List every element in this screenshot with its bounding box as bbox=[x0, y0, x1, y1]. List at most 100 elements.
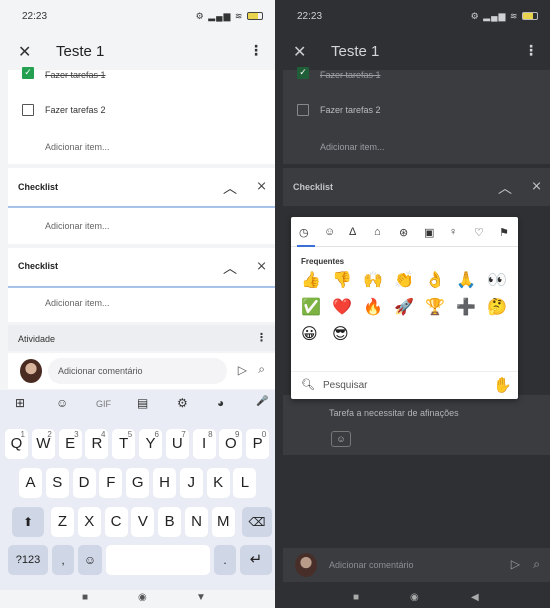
emoji-button[interactable]: 👌 bbox=[425, 272, 445, 290]
settings-icon[interactable]: ⚙ bbox=[177, 396, 188, 410]
checkbox-checked-icon[interactable]: ✓ bbox=[297, 67, 309, 79]
emoji-button[interactable]: 👀 bbox=[487, 272, 507, 290]
emoji-search-bar[interactable]: 🔍︎ Pesquisar ✋ bbox=[291, 371, 518, 397]
recent-icon[interactable]: ◷ bbox=[299, 226, 309, 239]
key-w[interactable]: W2 bbox=[31, 429, 55, 459]
flags-icon[interactable]: ⚑ bbox=[499, 226, 509, 239]
key-v[interactable]: V bbox=[131, 507, 155, 537]
emoji-search-input[interactable]: Pesquisar bbox=[323, 380, 367, 391]
key-g[interactable]: G bbox=[126, 468, 150, 498]
key-n[interactable]: N bbox=[185, 507, 208, 537]
emoji-button[interactable]: ✅ bbox=[301, 299, 321, 317]
emoji-button[interactable]: 🤔 bbox=[487, 299, 507, 317]
symbols-icon[interactable]: ♡ bbox=[474, 226, 484, 239]
emoji-button[interactable]: 🙌 bbox=[363, 272, 383, 290]
key-m[interactable]: M bbox=[211, 507, 235, 537]
space-key[interactable] bbox=[106, 545, 210, 575]
close-icon[interactable]: ✕ bbox=[293, 42, 306, 62]
skin-tone-button[interactable]: ✋ bbox=[493, 376, 512, 394]
key-a[interactable]: A bbox=[19, 468, 42, 498]
enter-key[interactable]: ↵ bbox=[240, 545, 272, 575]
chevron-up-icon[interactable]: ︿ bbox=[223, 178, 237, 198]
smiley-icon[interactable]: ☺ bbox=[324, 226, 335, 238]
home-icon[interactable]: ◉ bbox=[410, 592, 419, 603]
key-y[interactable]: Y6 bbox=[139, 429, 162, 459]
key-j[interactable]: J bbox=[179, 468, 203, 498]
add-reaction-icon[interactable]: ☺ bbox=[331, 431, 351, 447]
emoji-button[interactable]: 🔥 bbox=[363, 299, 383, 317]
clipboard-icon[interactable]: ▤ bbox=[137, 396, 148, 410]
add-item-button[interactable]: Adicionar item... bbox=[45, 142, 275, 152]
checkbox-icon[interactable] bbox=[297, 104, 309, 116]
objects-icon[interactable]: ♀ bbox=[449, 226, 457, 238]
back-icon[interactable]: ◀ bbox=[471, 592, 479, 603]
send-icon[interactable]: ▷ bbox=[238, 363, 247, 377]
send-icon[interactable]: ▷ bbox=[511, 557, 520, 571]
key-x[interactable]: X bbox=[77, 507, 101, 537]
key-t[interactable]: T5 bbox=[112, 429, 136, 459]
comment-input[interactable]: Adicionar comentário bbox=[48, 358, 227, 384]
shift-key[interactable]: ⬆ bbox=[12, 507, 44, 537]
home-icon[interactable]: ◉ bbox=[138, 592, 147, 603]
key-b[interactable]: B bbox=[158, 507, 182, 537]
recents-icon[interactable]: ■ bbox=[82, 592, 88, 603]
recents-icon[interactable]: ■ bbox=[353, 592, 359, 603]
nature-icon[interactable]: Δ bbox=[349, 226, 356, 238]
emoji-button[interactable]: 😀 bbox=[301, 326, 318, 344]
chevron-up-icon[interactable]: ︿ bbox=[223, 258, 237, 278]
key-e[interactable]: E3 bbox=[58, 429, 82, 459]
back-icon[interactable]: ▼ bbox=[196, 592, 206, 603]
emoji-button[interactable]: 😎 bbox=[332, 326, 349, 344]
backspace-key[interactable]: ⌫ bbox=[242, 507, 272, 537]
food-icon[interactable]: ⌂ bbox=[374, 226, 381, 238]
key-s[interactable]: S bbox=[45, 468, 69, 498]
key-h[interactable]: H bbox=[153, 468, 176, 498]
sticker-icon[interactable]: ☺ bbox=[56, 396, 68, 410]
key-o[interactable]: O9 bbox=[219, 429, 243, 459]
hide-checked-icon[interactable]: ⨯ bbox=[531, 178, 542, 194]
key-u[interactable]: U7 bbox=[165, 429, 189, 459]
more-options-icon[interactable]: ⋮ bbox=[249, 42, 263, 59]
emoji-button[interactable]: 👍 bbox=[301, 272, 321, 290]
add-item-button[interactable]: Adicionar item... bbox=[45, 221, 275, 231]
gif-button[interactable]: GIF bbox=[96, 399, 111, 409]
add-item-button[interactable]: Adicionar item... bbox=[45, 298, 275, 308]
emoji-button[interactable]: 🙏 bbox=[456, 272, 476, 290]
palette-icon[interactable]: ◕ bbox=[217, 396, 224, 410]
emoji-button[interactable]: 🚀 bbox=[394, 299, 414, 317]
checklist-item[interactable]: Fazer tarefas 2 bbox=[8, 104, 275, 118]
close-icon[interactable]: ✕ bbox=[18, 42, 31, 62]
emoji-button[interactable]: 👏 bbox=[394, 272, 414, 290]
key-f[interactable]: F bbox=[99, 468, 123, 498]
activity-icon[interactable]: ⊛ bbox=[399, 226, 408, 239]
checkbox-icon[interactable] bbox=[22, 104, 34, 116]
emoji-key[interactable]: ☺ bbox=[78, 545, 102, 575]
checklist-item[interactable]: ✓ Fazer tarefas 1 bbox=[8, 67, 275, 82]
comma-key[interactable]: , bbox=[52, 545, 74, 575]
emoji-button[interactable]: 👎 bbox=[332, 272, 352, 290]
more-options-icon[interactable]: ⋮ bbox=[256, 331, 267, 344]
key-c[interactable]: C bbox=[104, 507, 128, 537]
hide-checked-icon[interactable]: ⨯ bbox=[256, 178, 267, 194]
key-i[interactable]: I8 bbox=[192, 429, 216, 459]
microphone-icon[interactable]: 🎤 bbox=[256, 396, 268, 407]
emoji-button[interactable]: ❤️ bbox=[332, 299, 352, 317]
key-z[interactable]: Z bbox=[51, 507, 74, 537]
period-key[interactable]: . bbox=[214, 545, 236, 575]
key-k[interactable]: K bbox=[206, 468, 230, 498]
checkbox-checked-icon[interactable]: ✓ bbox=[22, 67, 34, 79]
travel-icon[interactable]: ▣ bbox=[424, 226, 434, 239]
key-d[interactable]: D bbox=[72, 468, 96, 498]
attach-icon[interactable]: ⌕ bbox=[258, 362, 265, 377]
chevron-up-icon[interactable]: ︿ bbox=[498, 178, 512, 198]
numbers-key[interactable]: ?123 bbox=[8, 545, 48, 575]
comment-input[interactable]: Adicionar comentário bbox=[329, 560, 414, 570]
key-q[interactable]: Q1 bbox=[5, 429, 28, 459]
hide-checked-icon[interactable]: ⨯ bbox=[256, 258, 267, 274]
key-r[interactable]: R4 bbox=[85, 429, 109, 459]
more-options-icon[interactable]: ⋮ bbox=[524, 42, 538, 59]
key-p[interactable]: P0 bbox=[246, 429, 270, 459]
key-l[interactable]: L bbox=[233, 468, 257, 498]
apps-grid-icon[interactable]: ⊞ bbox=[15, 396, 25, 410]
emoji-button[interactable]: ➕ bbox=[456, 299, 476, 317]
